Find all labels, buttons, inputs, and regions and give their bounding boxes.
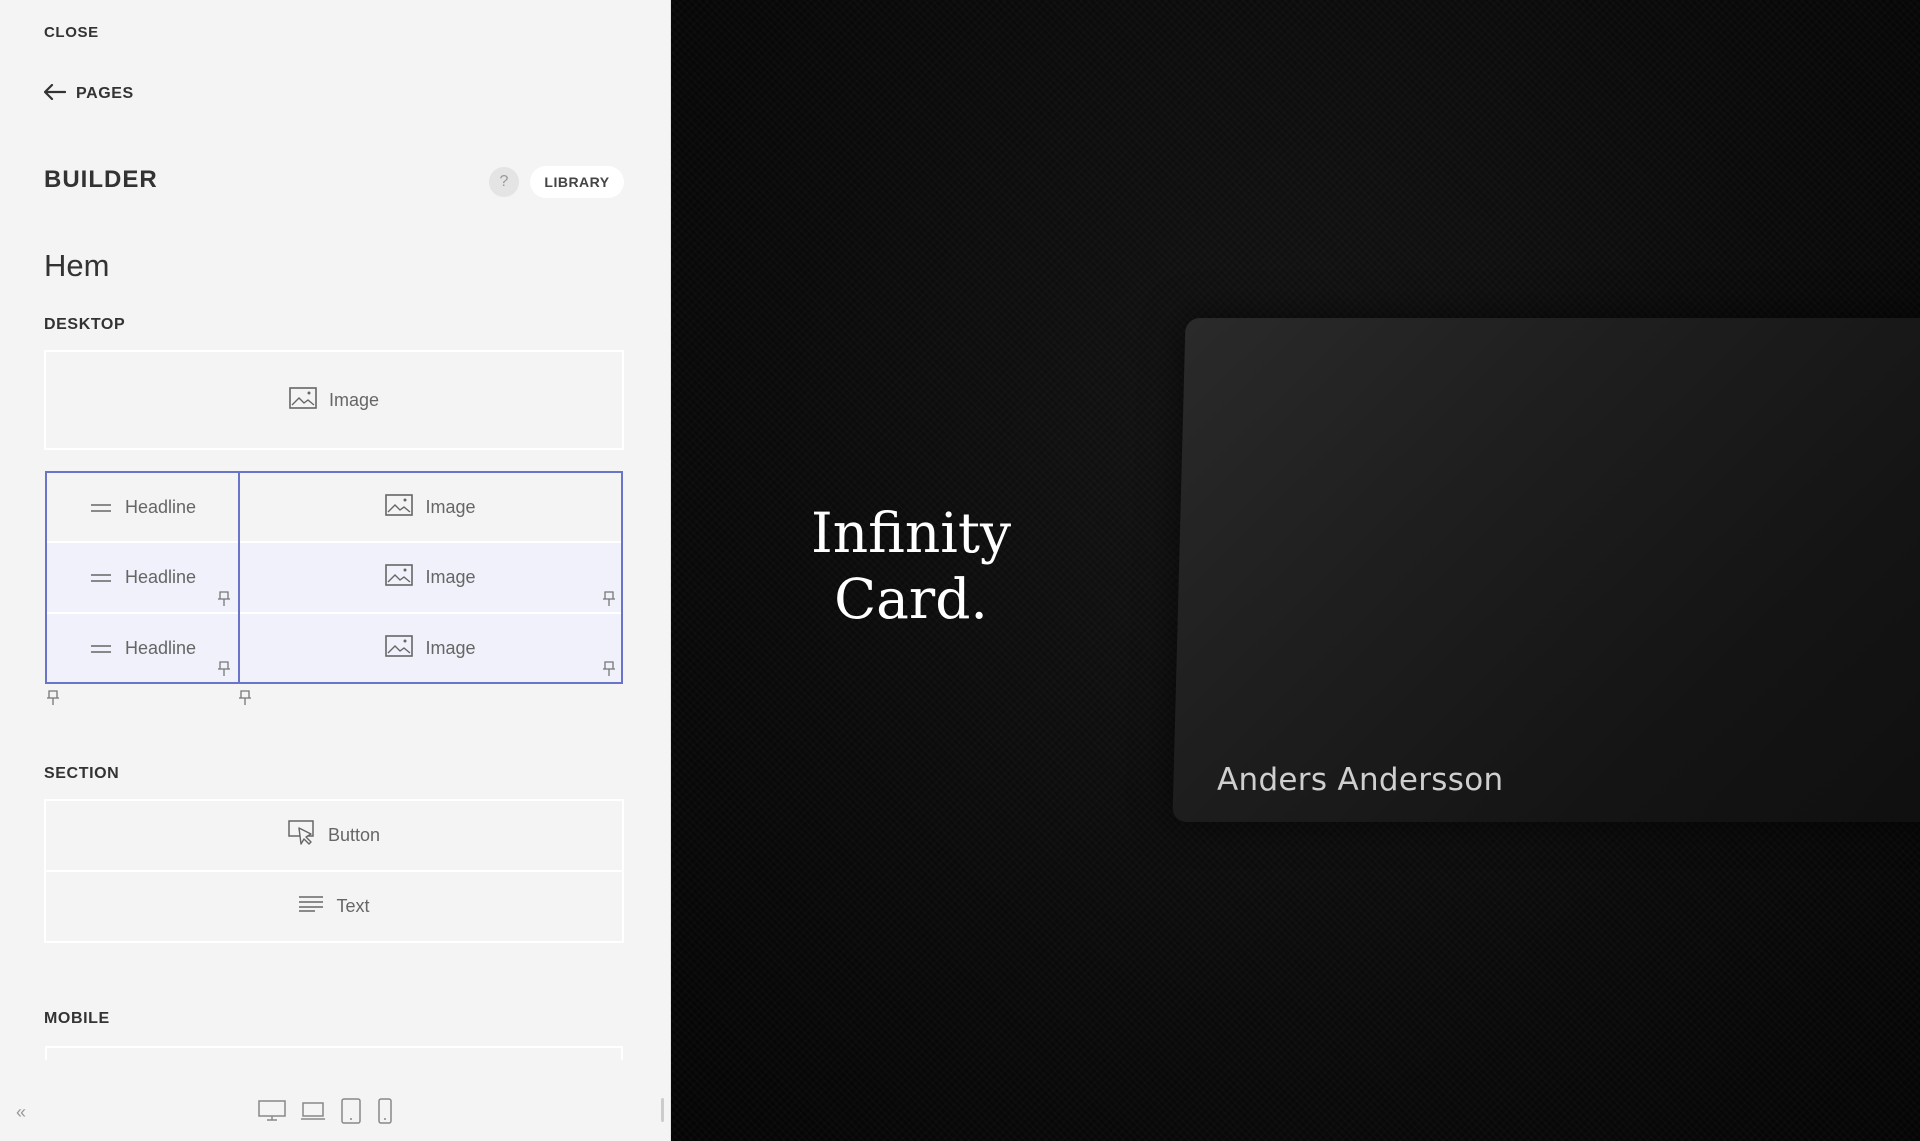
mobile-device-icon[interactable]	[376, 1098, 394, 1124]
image-icon	[385, 564, 414, 591]
button-block[interactable]: Button	[44, 799, 624, 872]
pin-icon[interactable]	[602, 661, 616, 677]
tablet-device-icon[interactable]	[340, 1098, 362, 1124]
pages-label: PAGES	[76, 85, 134, 102]
image-block[interactable]: Image	[240, 473, 621, 543]
close-button[interactable]: CLOSE	[44, 24, 99, 41]
image-icon	[385, 493, 414, 521]
mobile-block-partial[interactable]	[45, 1046, 623, 1060]
image-block[interactable]: Image	[44, 350, 624, 450]
block-label: Image	[328, 389, 380, 410]
pin-icon[interactable]	[217, 661, 231, 677]
desktop-device-icon[interactable]	[258, 1100, 286, 1122]
headline-block[interactable]: Headline	[47, 473, 238, 543]
pin-icon[interactable]	[217, 591, 231, 607]
card-holder-name: Anders Andersson	[1217, 762, 1504, 798]
pin-icon[interactable]	[238, 690, 252, 706]
pages-back-link[interactable]: PAGES	[43, 82, 134, 106]
resize-handle[interactable]	[661, 1098, 664, 1122]
image-block[interactable]: Image	[240, 543, 621, 614]
headline-icon	[89, 497, 113, 518]
headline-icon	[89, 638, 113, 659]
builder-title: BUILDER	[44, 166, 158, 193]
section-group-label: SECTION	[44, 765, 120, 782]
headline-icon	[89, 567, 113, 588]
hero-line: Infinity	[811, 501, 1012, 565]
cursor-click-icon	[288, 820, 316, 851]
mobile-group-label: MOBILE	[44, 1010, 110, 1027]
columns-block-selected[interactable]: Headline Image Headline Image Headline I…	[45, 471, 623, 684]
block-label: Image	[425, 637, 476, 658]
pin-icon[interactable]	[46, 690, 60, 706]
hero-line: Card.	[834, 567, 988, 631]
block-label: Button	[327, 825, 381, 845]
image-icon	[385, 634, 414, 662]
page-preview: Infinity Card. Anders Andersson	[671, 0, 1920, 1141]
collapse-sidebar-button[interactable]: «	[16, 1102, 26, 1123]
block-label: Headline	[124, 637, 197, 658]
block-label: Image	[425, 567, 476, 587]
library-button[interactable]: LIBRARY	[530, 166, 624, 198]
block-label: Headline	[124, 496, 197, 517]
device-switcher	[258, 1098, 394, 1124]
block-label: Image	[425, 496, 476, 517]
headline-block[interactable]: Headline	[47, 543, 238, 614]
page-title: Hem	[44, 248, 110, 283]
pin-icon[interactable]	[602, 591, 616, 607]
desktop-group-label: DESKTOP	[44, 316, 126, 333]
laptop-device-icon[interactable]	[300, 1101, 326, 1121]
block-label: Text	[336, 896, 370, 916]
block-label: Headline	[124, 567, 197, 587]
text-block[interactable]: Text	[44, 870, 624, 943]
text-lines-icon	[298, 896, 324, 917]
image-block[interactable]: Image	[240, 614, 621, 682]
card-image[interactable]	[1172, 318, 1920, 822]
help-button[interactable]: ?	[489, 167, 519, 197]
hero-headline[interactable]: Infinity Card.	[811, 500, 1011, 632]
image-icon	[289, 386, 317, 414]
arrow-left-icon	[43, 83, 67, 105]
headline-block[interactable]: Headline	[47, 614, 238, 682]
builder-sidebar: CLOSE PAGES BUILDER ? LIBRARY Hem DESKTO…	[0, 0, 671, 1141]
